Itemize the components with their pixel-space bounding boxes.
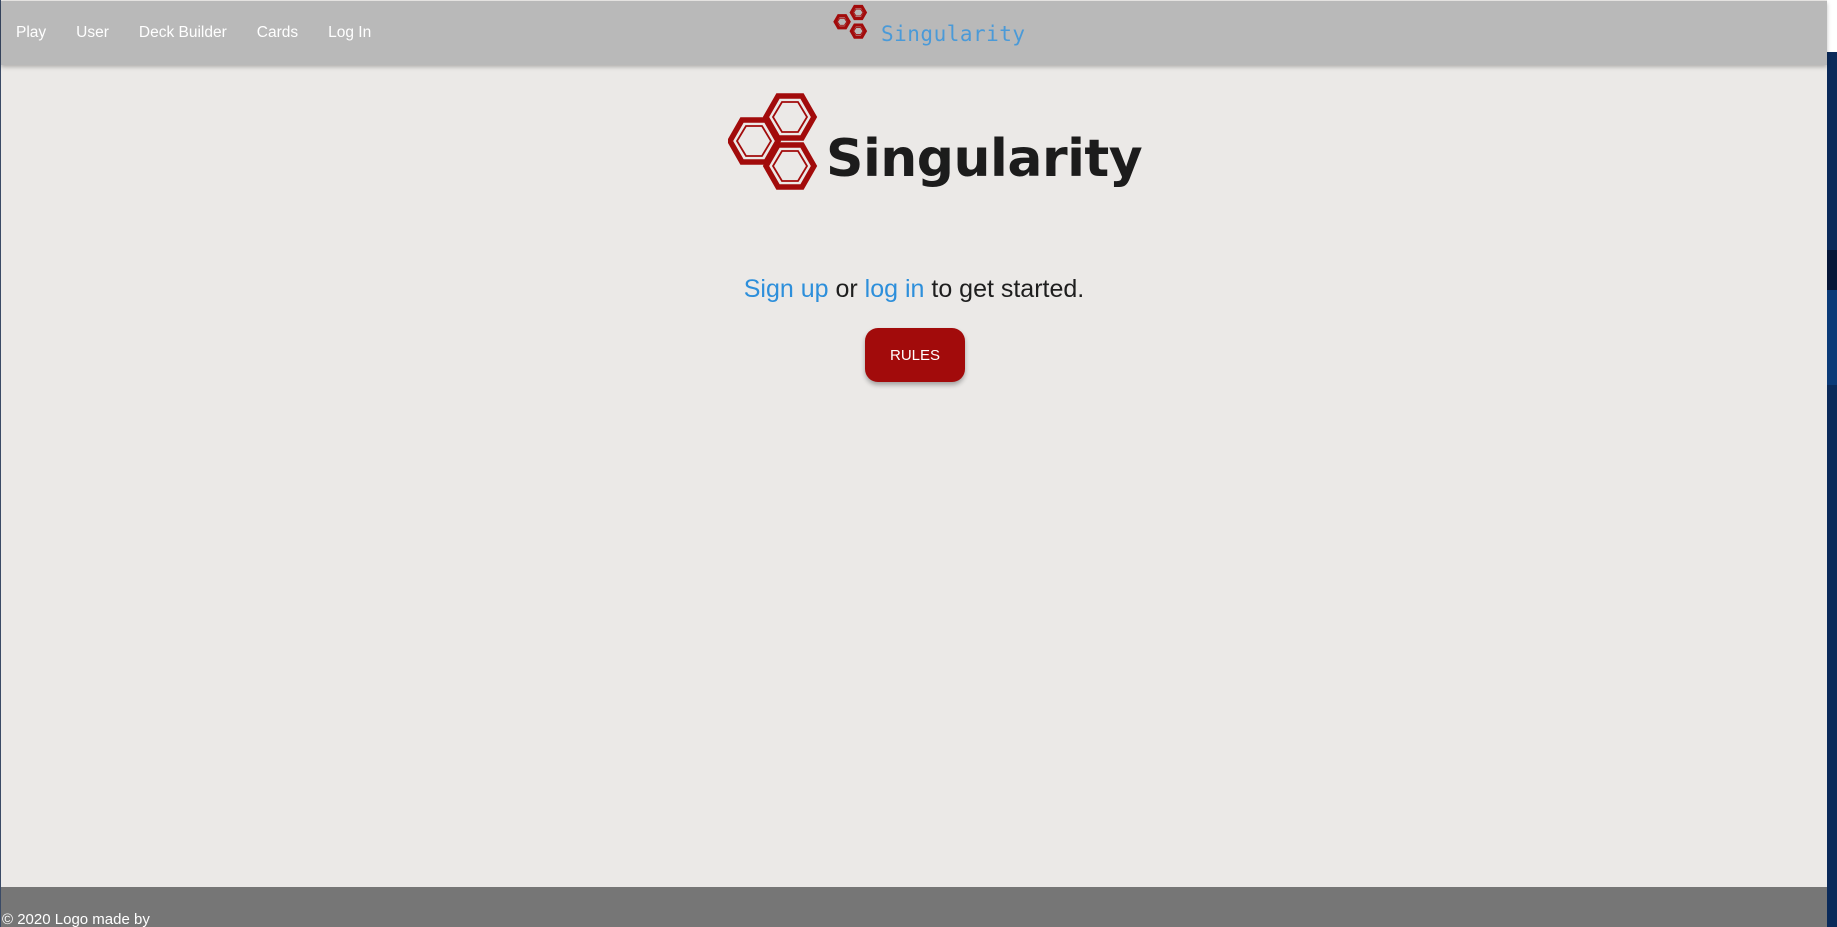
window-side-strip (1827, 0, 1837, 927)
nav-link-deck-builder[interactable]: Deck Builder (124, 24, 242, 42)
navbar-logo-text: Singularity (881, 22, 1026, 46)
top-navbar: Play User Deck Builder Cards Log In Sing… (1, 1, 1827, 65)
hexagon-cluster-icon (726, 93, 830, 204)
nav-link-user[interactable]: User (61, 24, 124, 42)
log-in-link[interactable]: log in (865, 275, 925, 303)
navbar-logo[interactable]: Singularity (827, 3, 1026, 66)
get-started-text: Sign up or log in to get started. (0, 275, 1828, 304)
sign-up-link[interactable]: Sign up (744, 275, 829, 303)
nav-link-cards[interactable]: Cards (242, 24, 313, 42)
tagline-or: or (828, 275, 865, 303)
rules-button[interactable]: RULES (865, 328, 965, 382)
nav-link-log-in[interactable]: Log In (313, 24, 386, 42)
window-left-edge (0, 0, 1, 927)
tagline-rest: to get started. (924, 275, 1085, 303)
nav-links: Play User Deck Builder Cards Log In (1, 1, 386, 65)
page: Play User Deck Builder Cards Log In Sing… (0, 0, 1837, 927)
footer: © 2020 Logo made by (1, 887, 1827, 927)
hero-logo: Singularity (726, 93, 1143, 204)
footer-credit-text: © 2020 Logo made by (2, 911, 150, 927)
hexagon-cluster-icon (827, 3, 885, 66)
hero-title: Singularity (826, 128, 1143, 189)
nav-link-play[interactable]: Play (1, 24, 61, 42)
